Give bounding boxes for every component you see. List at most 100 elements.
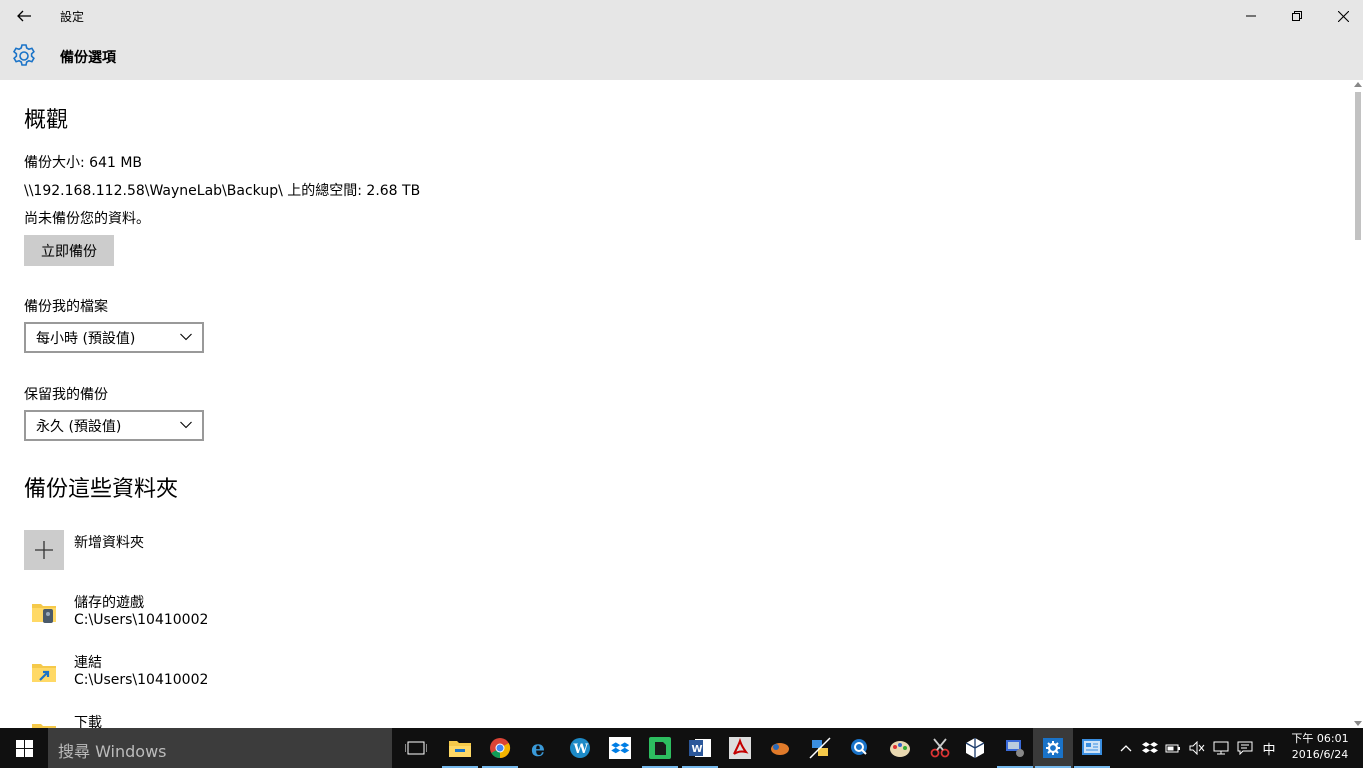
settings-gear-icon: [1043, 738, 1063, 758]
close-button[interactable]: [1320, 0, 1363, 32]
minimize-button[interactable]: [1228, 0, 1274, 32]
backup-frequency-dropdown[interactable]: 每小時 (預設值): [24, 322, 204, 353]
start-button[interactable]: [0, 728, 48, 768]
folder-name: 儲存的遊戲: [74, 595, 144, 611]
folder-item-links[interactable]: 連結 C:\Users\10410002: [24, 652, 424, 696]
taskbar-chrome[interactable]: [480, 728, 520, 768]
acrobat-icon: [729, 737, 751, 759]
restore-button[interactable]: [1274, 0, 1320, 32]
total-space-text: \\192.168.112.58\WayneLab\Backup\ 上的總空間:…: [24, 183, 421, 199]
backup-frequency-value: 每小時 (預設值): [36, 330, 136, 347]
svg-text:W: W: [573, 742, 589, 757]
volume-muted-icon[interactable]: [1189, 740, 1205, 756]
svg-text:W: W: [692, 744, 703, 755]
window-title: 設定: [60, 10, 85, 24]
taskbar-network-app[interactable]: [800, 728, 840, 768]
windows-logo-icon: [15, 739, 33, 757]
taskbar-acrobat[interactable]: [720, 728, 760, 768]
dropbox-tray-icon[interactable]: [1142, 740, 1158, 756]
clock-date: 2016/6/24: [1291, 748, 1349, 761]
show-hidden-icons-chevron-icon[interactable]: [1118, 740, 1134, 756]
edge-ie-icon: e: [531, 737, 545, 759]
svg-text:e: e: [531, 737, 545, 759]
taskbar-control-panel[interactable]: [1072, 728, 1112, 768]
chevron-down-icon: [180, 421, 192, 429]
downloads-folder-icon: [32, 724, 56, 728]
task-view-icon: [405, 741, 427, 755]
taskbar-dropbox[interactable]: [600, 728, 640, 768]
taskbar-wordpress[interactable]: W: [560, 728, 600, 768]
clock-time: 下午 06:01: [1291, 732, 1349, 745]
ime-indicator[interactable]: 中: [1261, 740, 1277, 758]
keep-backups-label: 保留我的備份: [24, 387, 108, 403]
folder-name: 下載: [74, 715, 102, 728]
bird-app-icon: [771, 743, 789, 755]
backup-status-text: 尚未備份您的資料。: [24, 211, 150, 227]
restore-icon: [1292, 11, 1302, 21]
network-icon[interactable]: [1213, 740, 1229, 756]
folder-item-downloads[interactable]: 下載: [24, 712, 424, 728]
task-view-button[interactable]: [396, 728, 436, 768]
evernote-icon: [649, 737, 671, 759]
title-bar: 設定: [0, 0, 1363, 32]
taskbar-word[interactable]: W: [680, 728, 720, 768]
file-explorer-icon: [449, 741, 471, 757]
taskbar-edge[interactable]: e: [520, 728, 560, 768]
backup-frequency-label: 備份我的檔案: [24, 299, 108, 315]
plus-icon: [35, 541, 53, 559]
add-folder-button[interactable]: [24, 530, 64, 570]
minimize-icon: [1246, 15, 1256, 17]
folder-item-saved-games[interactable]: 儲存的遊戲 C:\Users\10410002: [24, 592, 424, 636]
word-icon: W: [689, 739, 711, 757]
folder-name: 連結: [74, 655, 102, 671]
taskbar-virtualbox[interactable]: [955, 728, 995, 768]
back-arrow-icon: [17, 10, 31, 22]
taskbar: 搜尋 Windows e W W 中 下午 06:01 2016/6/24: [0, 728, 1363, 768]
scroll-up-arrow-icon[interactable]: [1354, 82, 1362, 87]
taskbar-search-app[interactable]: [840, 728, 880, 768]
paint-palette-icon: [890, 741, 910, 757]
chrome-icon: [490, 738, 511, 759]
cube-icon: [965, 738, 985, 758]
taskbar-settings[interactable]: [1033, 728, 1073, 768]
taskbar-app-bird[interactable]: [760, 728, 800, 768]
magnifier-app-icon: [851, 739, 867, 755]
taskbar-file-explorer[interactable]: [440, 728, 480, 768]
taskbar-search-placeholder: 搜尋 Windows: [58, 742, 167, 761]
page-header: 備份選項: [0, 32, 1363, 80]
chevron-down-icon: [180, 333, 192, 341]
vertical-scrollbar[interactable]: [1352, 80, 1363, 728]
links-folder-icon: [32, 664, 56, 682]
dropbox-icon: [609, 737, 631, 759]
scissors-icon: [930, 738, 950, 758]
settings-content: 概觀 備份大小: 641 MB \\192.168.112.58\WayneLa…: [0, 80, 1352, 728]
wordpress-icon: W: [570, 738, 590, 758]
back-button[interactable]: [0, 0, 48, 32]
scroll-thumb[interactable]: [1355, 92, 1361, 240]
keep-backups-value: 永久 (預設值): [36, 418, 122, 435]
taskbar-evernote[interactable]: [640, 728, 680, 768]
close-icon: [1337, 10, 1349, 22]
page-title: 備份選項: [60, 50, 116, 66]
gear-icon: [12, 44, 35, 66]
battery-icon[interactable]: [1165, 740, 1181, 756]
network-tool-icon: [809, 737, 831, 759]
overview-heading: 概觀: [24, 108, 69, 133]
taskbar-remote-desktop[interactable]: [995, 728, 1035, 768]
remote-desktop-icon: [1006, 740, 1024, 757]
saved-games-folder-icon: [32, 604, 56, 623]
keep-backups-dropdown[interactable]: 永久 (預設值): [24, 410, 204, 441]
backup-size-text: 備份大小: 641 MB: [24, 155, 143, 171]
add-folder-label[interactable]: 新增資料夾: [74, 532, 144, 552]
folder-path: C:\Users\10410002: [74, 612, 209, 628]
folder-path: C:\Users\10410002: [74, 672, 209, 688]
backup-now-button[interactable]: 立即備份: [24, 235, 114, 266]
taskbar-clock[interactable]: 下午 06:01 2016/6/24: [1286, 731, 1354, 763]
taskbar-search-box[interactable]: 搜尋 Windows: [48, 728, 392, 768]
folders-heading: 備份這些資料夾: [24, 477, 179, 502]
taskbar-snipping-tool[interactable]: [920, 728, 960, 768]
control-panel-icon: [1082, 739, 1102, 755]
taskbar-paint-app[interactable]: [880, 728, 920, 768]
action-center-icon[interactable]: [1237, 740, 1253, 756]
scroll-down-arrow-icon[interactable]: [1354, 721, 1362, 726]
